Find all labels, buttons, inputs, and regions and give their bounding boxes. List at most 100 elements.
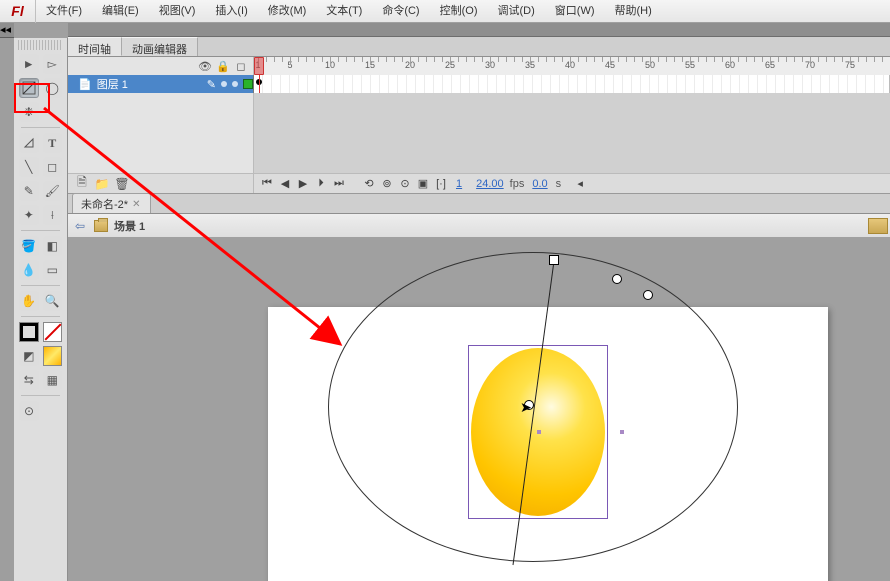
menu-help[interactable]: 帮助(H) (605, 0, 662, 23)
ink-bottle-tool[interactable]: ◧ (43, 236, 63, 256)
gradient-center-handle[interactable] (524, 400, 534, 410)
tab-timeline[interactable]: 时间轴 (68, 37, 122, 56)
gradient-transform-tool[interactable] (19, 78, 39, 98)
layer-header-controls: 👁 🔒 ◻ (68, 57, 254, 75)
edit-bar: ⇦ 场景 1 (68, 214, 890, 238)
modify-markers-icon[interactable]: [·] (434, 177, 448, 191)
fps-label: fps (510, 178, 525, 190)
menu-insert[interactable]: 插入(I) (205, 0, 257, 23)
bone-tool[interactable]: ⟊ (43, 205, 63, 225)
separator (21, 316, 60, 317)
frame-rate[interactable]: 24.00 (476, 178, 504, 190)
menu-file[interactable]: 文件(F) (36, 0, 92, 23)
next-frame-icon[interactable]: ⏵ (314, 177, 328, 191)
frame-ruler[interactable]: 151015202530354045505560657075 (254, 57, 890, 75)
menu-debug[interactable]: 调试(D) (488, 0, 545, 23)
delete-layer-icon[interactable]: 🗑 (114, 177, 130, 191)
edit-scene-icon[interactable] (868, 218, 888, 234)
outline-icon[interactable]: ◻ (235, 60, 247, 72)
prev-frame-icon[interactable]: ◀ (278, 177, 292, 191)
separator (21, 285, 60, 286)
black-white-swap-icon[interactable]: ◩ (19, 346, 39, 366)
panel-edge (0, 38, 14, 581)
menu-commands[interactable]: 命令(C) (372, 0, 429, 23)
scene-icon (94, 220, 108, 232)
layer-frames[interactable] (254, 75, 890, 93)
timeline-footer: 🗎 📁 🗑 ⏮ ◀ ▶ ⏵ ⏭ ⟲ ⊚ ⊙ ▣ [·] 1 24.00 fps … (68, 173, 890, 193)
first-frame-icon[interactable]: ⏮ (260, 177, 274, 191)
playhead[interactable] (254, 57, 264, 75)
main-area: 时间轴 动画编辑器 👁 🔒 ◻ 151015202530354045505560… (68, 23, 890, 581)
eraser-tool[interactable]: ▭ (43, 260, 63, 280)
layer-icon: 📄 (78, 78, 92, 91)
no-color-swatch[interactable] (43, 322, 63, 342)
paint-bucket-tool[interactable]: 🪣 (19, 236, 39, 256)
brush-tool[interactable]: 🖌 (43, 181, 63, 201)
panel-tabs: 时间轴 动画编辑器 (68, 37, 890, 57)
menu-window[interactable]: 窗口(W) (545, 0, 605, 23)
fill-color-swatch[interactable] (43, 346, 63, 366)
menu-edit[interactable]: 编辑(E) (92, 0, 149, 23)
stage-scroll[interactable]: ➤ (68, 237, 890, 581)
time-unit: s (556, 178, 562, 190)
window-grip[interactable] (68, 23, 890, 37)
gradient-width-handle[interactable] (612, 274, 622, 284)
menu-modify[interactable]: 修改(M) (258, 0, 317, 23)
eyedropper-tool[interactable]: 💧 (19, 260, 39, 280)
scroll-left-icon[interactable]: ◂ (573, 177, 587, 191)
lock-icon[interactable]: 🔒 (217, 60, 229, 72)
layer-row[interactable]: 📄 图层 1 ✎ (68, 75, 890, 93)
eye-icon[interactable]: 👁 (199, 60, 211, 72)
lock-dot[interactable] (232, 81, 238, 87)
text-tool[interactable]: T (43, 133, 63, 153)
play-icon[interactable]: ▶ (296, 177, 310, 191)
menu-view[interactable]: 视图(V) (149, 0, 206, 23)
rectangle-tool[interactable]: ◻ (43, 157, 63, 177)
stage-area: ➤ (68, 237, 890, 581)
current-frame[interactable]: 1 (456, 178, 462, 190)
edit-multiple-icon[interactable]: ▣ (416, 177, 430, 191)
pen-tool[interactable] (19, 133, 39, 153)
3d-rotation-tool[interactable]: ◯ (43, 78, 63, 98)
tab-motion-editor[interactable]: 动画编辑器 (122, 37, 198, 56)
menu-text[interactable]: 文本(T) (316, 0, 372, 23)
pencil-tool[interactable]: ✎ (19, 181, 39, 201)
center-frame-icon[interactable]: ⟲ (362, 177, 376, 191)
timeline-empty-area (68, 93, 890, 173)
hand-tool[interactable]: ✋ (19, 291, 39, 311)
tool-panel: ► ▻ ◯ ❉ T ╲ ◻ ✎ 🖌 ✦ ⟊ 🪣 ◧ 💧 ▭ ✋ 🔍 (14, 38, 68, 581)
snap-to-objects-icon[interactable]: ⊙ (19, 401, 39, 421)
onion-outline-icon[interactable]: ⊙ (398, 177, 412, 191)
lasso-tool[interactable]: ❉ (19, 102, 39, 122)
layer-cell[interactable]: 📄 图层 1 ✎ (68, 75, 254, 93)
gradient-size-handle[interactable] (643, 290, 653, 300)
swap-colors-icon[interactable]: ⇆ (19, 370, 39, 390)
new-layer-icon[interactable]: 🗎 (74, 177, 90, 191)
subselection-tool[interactable]: ▻ (43, 54, 63, 74)
panel-collapse-grip[interactable]: ◂◂ (0, 23, 14, 38)
stroke-color-swatch[interactable] (19, 322, 39, 342)
panel-drag-grip[interactable] (18, 40, 63, 50)
close-tab-icon[interactable]: ✕ (132, 199, 142, 209)
onion-skin-icon[interactable]: ⊚ (380, 177, 394, 191)
timeline-header: 👁 🔒 ◻ 151015202530354045505560657075 (68, 57, 890, 75)
gradient-rotation-handle[interactable] (549, 255, 559, 265)
outline-color-swatch[interactable] (243, 79, 253, 89)
last-frame-icon[interactable]: ⏭ (332, 177, 346, 191)
eye-dot[interactable] (221, 81, 227, 87)
document-tab-bar: 未命名-2* ✕ (68, 194, 890, 214)
document-name: 未命名-2* (81, 196, 128, 212)
document-tab[interactable]: 未命名-2* ✕ (72, 193, 151, 213)
new-folder-icon[interactable]: 📁 (94, 177, 110, 191)
deco-tool[interactable]: ✦ (19, 205, 39, 225)
selection-tool[interactable]: ► (19, 54, 39, 74)
zoom-tool[interactable]: 🔍 (43, 291, 63, 311)
elapsed-time[interactable]: 0.0 (532, 178, 547, 190)
line-tool[interactable]: ╲ (19, 157, 39, 177)
anchor-point (620, 430, 624, 434)
options-icon[interactable]: ▦ (43, 370, 63, 390)
back-arrow-icon[interactable]: ⇦ (72, 218, 88, 234)
menu-control[interactable]: 控制(O) (430, 0, 488, 23)
scene-label[interactable]: 场景 1 (114, 218, 145, 234)
timeline-panel: 👁 🔒 ◻ 151015202530354045505560657075 📄 图… (68, 57, 890, 194)
